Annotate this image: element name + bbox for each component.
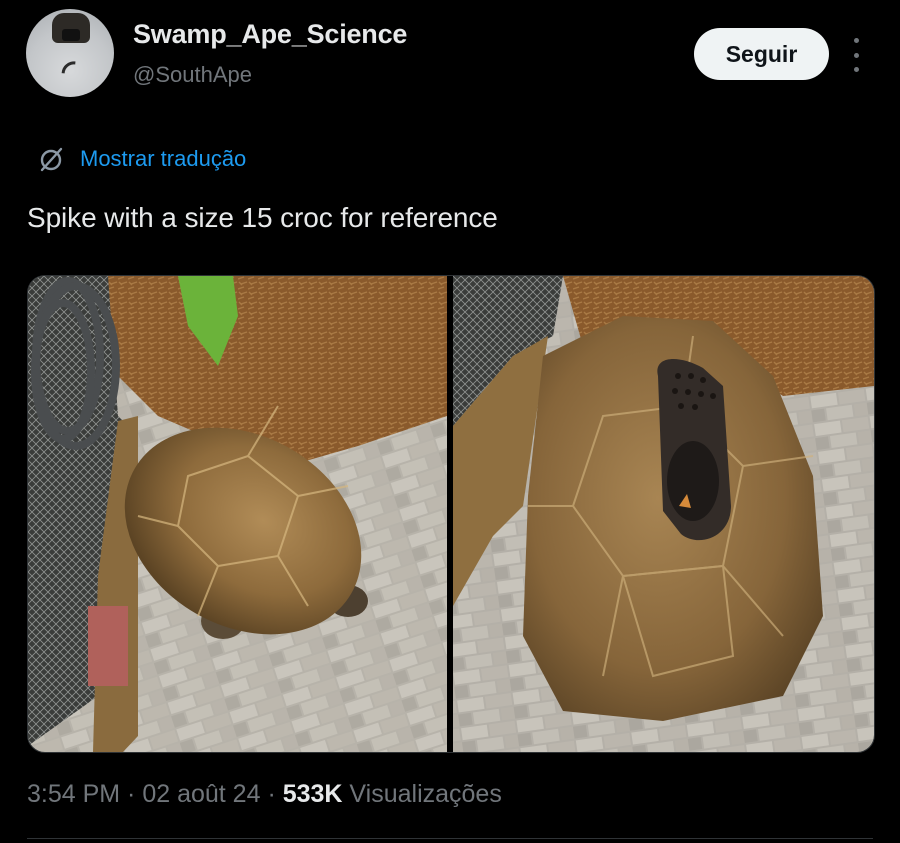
avatar-snake xyxy=(56,55,94,95)
avatar[interactable] xyxy=(26,9,114,97)
more-dot xyxy=(853,52,859,58)
translation-label: Mostrar tradução xyxy=(80,146,247,171)
follow-button[interactable]: Seguir xyxy=(694,28,829,80)
divider xyxy=(27,838,873,839)
tweet-detail: Swamp_Ape_Science @SouthApe Seguir Mostr… xyxy=(0,0,900,843)
tweet-date[interactable]: 02 août 24 xyxy=(142,780,260,808)
avatar-camera xyxy=(62,29,80,41)
meta-separator: · xyxy=(260,780,283,808)
display-name[interactable]: Swamp_Ape_Science xyxy=(133,19,407,50)
more-dot xyxy=(853,67,859,72)
views-count: 533K xyxy=(282,780,343,808)
tweet-time[interactable]: 3:54 PM xyxy=(27,780,120,808)
translate-icon xyxy=(40,147,63,172)
more-dot xyxy=(853,38,859,43)
views-label: Visualizações xyxy=(342,780,502,808)
croc-shoe xyxy=(657,358,731,541)
show-translation-link[interactable]: Mostrar tradução xyxy=(36,142,246,176)
user-handle[interactable]: @SouthApe xyxy=(133,62,252,88)
tweet-photo-2[interactable] xyxy=(453,276,874,752)
tweet-meta: 3:54 PM · 02 août 24 · 533K Visualizaçõe… xyxy=(27,780,502,809)
tweet-photo-1[interactable] xyxy=(28,276,447,752)
tweet-text: Spike with a size 15 croc for reference xyxy=(27,202,498,233)
meta-separator: · xyxy=(120,780,143,808)
media-gallery xyxy=(27,275,875,753)
more-options-icon[interactable] xyxy=(846,38,866,72)
